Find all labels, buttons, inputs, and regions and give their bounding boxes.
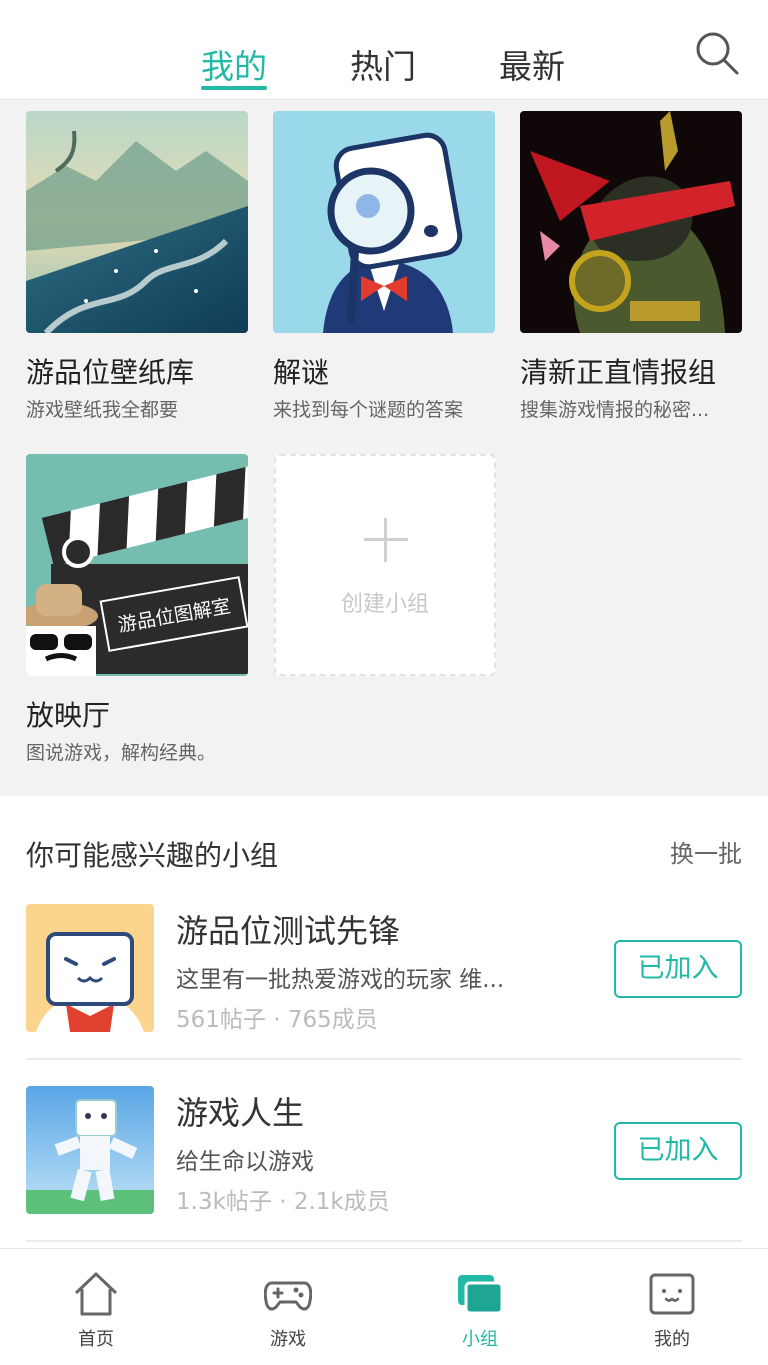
group-name: 清新正直情报组	[520, 356, 717, 389]
gamepad-icon	[264, 1281, 312, 1311]
active-tab-indicator	[201, 86, 267, 90]
joined-button[interactable]: 已加入	[614, 1122, 742, 1180]
group-thumb-cinema: 游品位图解室	[26, 454, 248, 676]
create-group-label: 创建小组	[340, 592, 429, 617]
tab-hot[interactable]: 热门	[350, 40, 416, 88]
nav-item-profile[interactable]: 我的	[576, 1249, 768, 1365]
group-name: 解谜	[273, 356, 330, 389]
group-thumb-puzzle	[273, 111, 495, 333]
nav-item-games[interactable]: 游戏	[192, 1249, 384, 1365]
tab-latest-label: 最新	[499, 47, 565, 86]
divider	[26, 1058, 742, 1060]
group-name: 放映厅	[26, 699, 111, 732]
home-icon	[74, 1272, 118, 1316]
list-item[interactable]: 游戏人生 给生命以游戏 1.3k帖子 · 2.1k成员 已加入	[26, 1086, 742, 1216]
group-desc: 给生命以游戏	[176, 1149, 314, 1175]
group-thumb-wallpaper	[26, 111, 248, 333]
group-card-wallpaper[interactable]: 游品位壁纸库 游戏壁纸我全都要	[26, 111, 248, 421]
nav-label: 我的	[654, 1329, 690, 1350]
bottom-navigation: 首页 游戏 小组 我的	[0, 1248, 768, 1365]
nav-label: 首页	[78, 1329, 114, 1350]
recommended-groups-panel: 你可能感兴趣的小组 换一批 游品位测试先锋 这里有一批热爱游戏的玩家 维... …	[0, 796, 768, 1248]
group-icon	[458, 1275, 504, 1315]
search-icon[interactable]	[694, 30, 740, 76]
group-desc: 游戏壁纸我全都要	[26, 399, 179, 421]
group-desc: 搜集游戏情报的秘密...	[520, 399, 710, 421]
nav-item-home[interactable]: 首页	[0, 1249, 192, 1365]
group-name: 游戏人生	[176, 1094, 305, 1132]
joined-button[interactable]: 已加入	[614, 940, 742, 998]
divider	[26, 1240, 742, 1242]
group-desc: 图说游戏，解构经典。	[26, 742, 217, 764]
group-card-puzzle[interactable]: 解谜 来找到每个谜题的答案	[273, 111, 495, 421]
group-avatar-game-life	[26, 1086, 154, 1214]
group-card-cinema[interactable]: 游品位图解室 放映厅 图说游戏，解构经典。	[26, 454, 248, 764]
tab-latest[interactable]: 最新	[499, 40, 565, 88]
tab-mine-label: 我的	[201, 47, 267, 86]
top-tab-bar: 我的 热门 最新	[0, 0, 768, 100]
group-desc: 来找到每个谜题的答案	[273, 399, 464, 421]
plus-icon	[364, 518, 408, 562]
create-group-button[interactable]: 创建小组	[274, 454, 496, 676]
group-stats: 561帖子 · 765成员	[176, 1007, 378, 1033]
group-card-intel[interactable]: 清新正直情报组 搜集游戏情报的秘密...	[520, 111, 742, 421]
tab-hot-label: 热门	[350, 47, 416, 86]
refresh-batch-button[interactable]: 换一批	[670, 834, 742, 869]
group-thumb-intel	[520, 111, 742, 333]
profile-icon	[649, 1273, 695, 1315]
tab-mine[interactable]: 我的	[201, 40, 267, 90]
group-name: 游品位壁纸库	[26, 356, 195, 389]
group-avatar-pioneer	[26, 904, 154, 1032]
list-item[interactable]: 游品位测试先锋 这里有一批热爱游戏的玩家 维... 561帖子 · 765成员 …	[26, 904, 742, 1034]
group-desc: 这里有一批热爱游戏的玩家 维...	[176, 967, 505, 993]
section-title: 你可能感兴趣的小组	[26, 839, 279, 872]
nav-item-groups[interactable]: 小组	[384, 1249, 576, 1365]
nav-label: 小组	[462, 1329, 498, 1350]
group-stats: 1.3k帖子 · 2.1k成员	[176, 1189, 390, 1215]
nav-label: 游戏	[270, 1329, 306, 1350]
group-name: 游品位测试先锋	[176, 912, 401, 950]
